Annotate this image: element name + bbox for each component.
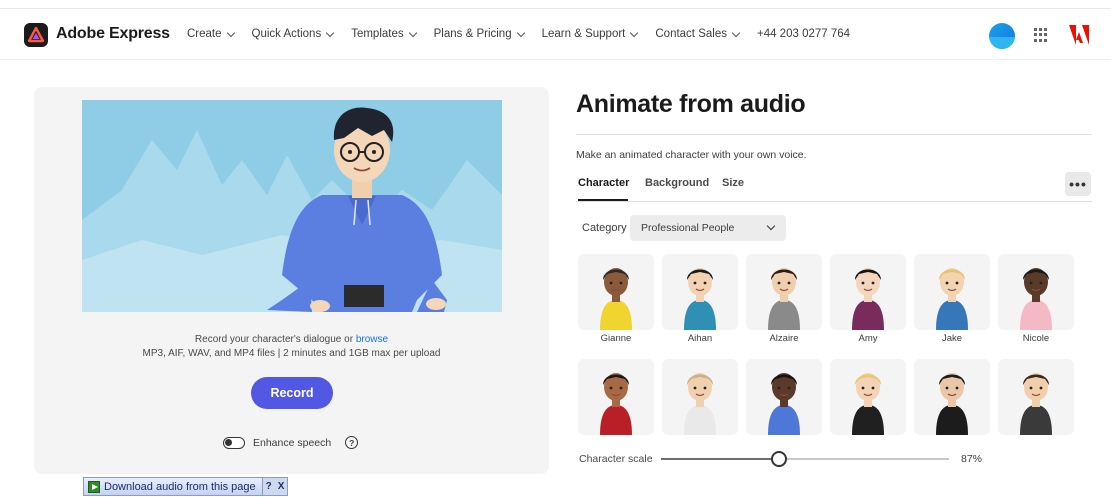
chevron-down-icon	[226, 28, 235, 37]
play-icon	[88, 480, 100, 493]
upload-instructions: Record your character's dialogue or brow…	[34, 333, 549, 361]
character-thumbnail	[852, 268, 884, 330]
character-name: Nicole	[1022, 333, 1050, 344]
category-label: Category	[582, 222, 627, 234]
nav-label: Learn & Support	[541, 28, 626, 40]
download-audio-button[interactable]: Download audio from this page	[84, 478, 263, 495]
nav-label: Contact Sales	[655, 28, 727, 40]
record-button[interactable]: Record	[251, 377, 333, 409]
character-card[interactable]	[746, 359, 822, 435]
enhance-speech-label: Enhance speech	[253, 436, 332, 449]
character-thumbnail	[684, 268, 716, 330]
brand-name[interactable]: Adobe Express	[56, 25, 170, 43]
character-card[interactable]	[578, 359, 654, 435]
download-audio-label: Download audio from this page	[104, 480, 256, 493]
character-thumbnail	[936, 268, 968, 330]
page-subtitle: Make an animated character with your own…	[576, 149, 807, 161]
character-thumbnail	[936, 373, 968, 435]
preview-illustration	[82, 107, 502, 312]
character-name: Jake	[941, 333, 963, 344]
adobe-logo-icon[interactable]	[1069, 25, 1089, 50]
character-thumbnail	[1020, 373, 1052, 435]
tab-character[interactable]: Character	[578, 177, 629, 189]
character-name: Gianne	[600, 333, 632, 344]
page-title: Animate from audio	[576, 90, 806, 118]
tab-size[interactable]: Size	[722, 177, 744, 189]
category-selected-value: Professional People	[641, 222, 735, 234]
nav-templates[interactable]: Templates	[351, 28, 417, 40]
chevron-down-icon	[516, 28, 525, 37]
character-thumbnail	[852, 373, 884, 435]
app-grid-icon[interactable]	[1034, 28, 1048, 42]
download-audio-bar: Download audio from this page ? X	[83, 477, 289, 496]
enhance-speech-toggle[interactable]	[223, 436, 245, 449]
active-tab-indicator	[578, 199, 628, 201]
top-navigation: Adobe Express Create Quick Actions Templ…	[0, 8, 1111, 60]
main-nav: Create Quick Actions Templates Plans & P…	[187, 28, 868, 40]
character-thumbnail	[768, 373, 800, 435]
character-card[interactable]	[578, 254, 654, 330]
character-card[interactable]	[746, 254, 822, 330]
more-options-button[interactable]: •••	[1065, 172, 1091, 196]
character-scale-slider[interactable]	[661, 451, 949, 467]
character-scale-label: Character scale	[579, 453, 653, 465]
character-name: Amy	[858, 333, 878, 344]
character-card[interactable]	[998, 254, 1074, 330]
character-card[interactable]	[998, 359, 1074, 435]
nav-create[interactable]: Create	[187, 28, 235, 40]
character-card[interactable]	[662, 254, 738, 330]
browse-link[interactable]: browse	[356, 334, 388, 345]
character-preview	[82, 100, 502, 312]
download-help-button[interactable]: ?	[263, 478, 275, 495]
character-card[interactable]	[830, 359, 906, 435]
title-divider	[576, 134, 1092, 135]
character-name: Aihan	[687, 333, 713, 344]
chevron-down-icon	[731, 28, 741, 37]
character-scale-value: 87%	[961, 453, 983, 465]
chevron-down-icon	[325, 28, 335, 37]
character-card[interactable]	[914, 359, 990, 435]
download-close-button[interactable]: X	[275, 478, 288, 495]
character-card[interactable]	[830, 254, 906, 330]
tab-background[interactable]: Background	[645, 177, 709, 189]
nav-label: Create	[187, 28, 222, 40]
help-icon[interactable]: ?	[345, 436, 359, 449]
chevron-down-icon	[408, 28, 417, 37]
character-thumbnail	[684, 373, 716, 435]
nav-plans-pricing[interactable]: Plans & Pricing	[433, 28, 525, 40]
upload-prompt: Record your character's dialogue or	[194, 334, 354, 345]
character-card[interactable]	[662, 359, 738, 435]
slider-thumb[interactable]	[771, 451, 788, 467]
character-thumbnail	[768, 268, 800, 330]
chevron-down-icon	[630, 28, 639, 37]
nav-label: Templates	[351, 28, 404, 40]
character-name: Alzaire	[769, 333, 799, 344]
user-avatar[interactable]	[989, 23, 1015, 49]
settings-tabs: Character Background Size	[576, 170, 1092, 202]
nav-label: Quick Actions	[251, 28, 322, 40]
nav-contact-sales[interactable]: Contact Sales	[655, 28, 741, 40]
character-thumbnail	[600, 268, 632, 330]
adobe-express-logo-icon[interactable]	[24, 23, 48, 47]
character-card[interactable]	[914, 254, 990, 330]
category-select[interactable]: Professional People	[630, 215, 786, 241]
nav-label: Plans & Pricing	[433, 28, 512, 40]
phone-number[interactable]: +44 203 0277 764	[757, 28, 850, 40]
nav-quick-actions[interactable]: Quick Actions	[251, 28, 335, 40]
preview-panel: Record your character's dialogue or brow…	[34, 87, 549, 474]
upload-formats: MP3, AIF, WAV, and MP4 files | 2 minutes…	[142, 348, 441, 359]
nav-learn-support[interactable]: Learn & Support	[541, 28, 639, 40]
chevron-down-icon	[766, 221, 776, 231]
character-thumbnail	[600, 373, 632, 435]
slider-fill	[661, 458, 780, 460]
character-thumbnail	[1020, 268, 1052, 330]
enhance-speech-row: Enhance speech ?	[223, 436, 359, 449]
